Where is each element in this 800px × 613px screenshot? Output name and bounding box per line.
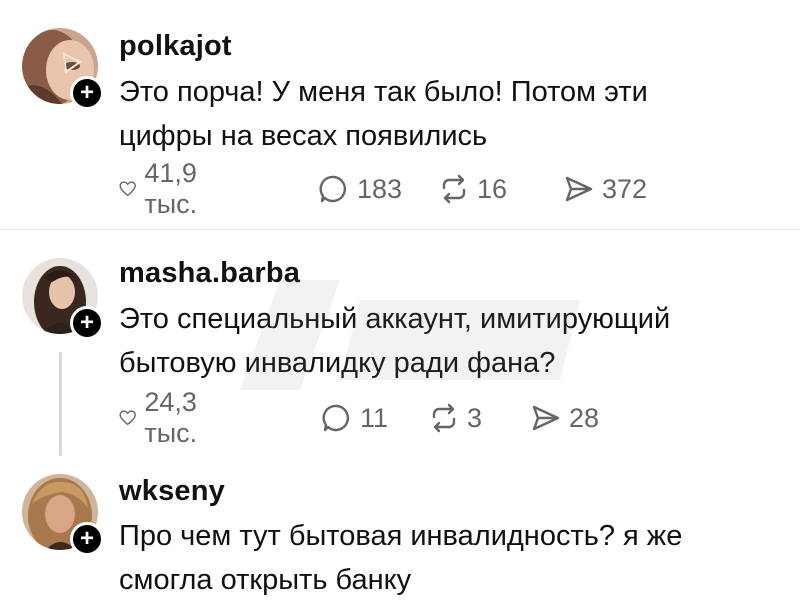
like-button[interactable]: 24,3 тыс. xyxy=(119,387,210,448)
comment-text-line: бытовую инвалидку ради фана? xyxy=(119,347,556,379)
reply-button[interactable]: 183 xyxy=(319,172,402,206)
like-count: 41,9 тыс. xyxy=(144,158,198,219)
like-button[interactable]: 41,9 тыс. xyxy=(119,158,210,219)
repost-button[interactable]: 16 xyxy=(439,172,507,206)
repost-count: 3 xyxy=(467,402,483,433)
like-count: 24,3 тыс. xyxy=(144,387,198,448)
avatar-polkajot[interactable]: + xyxy=(22,28,104,110)
follow-plus-icon[interactable]: + xyxy=(70,76,104,110)
share-button[interactable]: 28 xyxy=(531,401,599,435)
heart-icon xyxy=(119,410,136,426)
repost-icon xyxy=(442,174,466,204)
avatar-masha-barba[interactable]: + xyxy=(22,258,104,340)
share-count: 28 xyxy=(569,402,600,433)
username[interactable]: wkseny xyxy=(119,475,225,508)
reply-count: 11 xyxy=(360,402,389,433)
comment-text-line: Это порча! У меня так было! Потом эти xyxy=(119,76,648,108)
follow-plus-icon[interactable]: + xyxy=(70,306,104,340)
thread-line xyxy=(59,352,62,456)
comment-text-line: Это специальный аккаунт, имитирующий xyxy=(119,303,671,335)
send-icon xyxy=(565,176,593,202)
repost-icon xyxy=(432,403,456,433)
reply-button[interactable]: 11 xyxy=(322,401,388,435)
share-count: 372 xyxy=(602,173,648,204)
comment-text-line: смогла открыть банку xyxy=(119,564,412,596)
comment-icon xyxy=(319,175,347,203)
username[interactable]: polkajot xyxy=(119,30,232,63)
avatar-wkseny[interactable]: + xyxy=(22,474,104,556)
heart-icon xyxy=(119,181,136,197)
follow-plus-icon[interactable]: + xyxy=(70,522,104,556)
divider xyxy=(0,229,800,230)
comment-text: Про чем тут бытовая инвалидность? я же с… xyxy=(119,514,759,602)
share-button[interactable]: 372 xyxy=(564,172,647,206)
comment-icon xyxy=(322,404,350,432)
comment-text: Это порча! У меня так было! Потом эти ци… xyxy=(119,70,759,158)
repost-count: 16 xyxy=(477,173,508,204)
send-icon xyxy=(532,405,560,431)
comment-text: Это специальный аккаунт, имитирующий быт… xyxy=(119,297,759,385)
comment-text-line: Про чем тут бытовая инвалидность? я же xyxy=(119,520,683,552)
comment-text-line: цифры на весах появились xyxy=(119,120,488,152)
repost-button[interactable]: 3 xyxy=(429,401,482,435)
reply-count: 183 xyxy=(357,173,403,204)
username[interactable]: masha.barba xyxy=(119,257,300,290)
